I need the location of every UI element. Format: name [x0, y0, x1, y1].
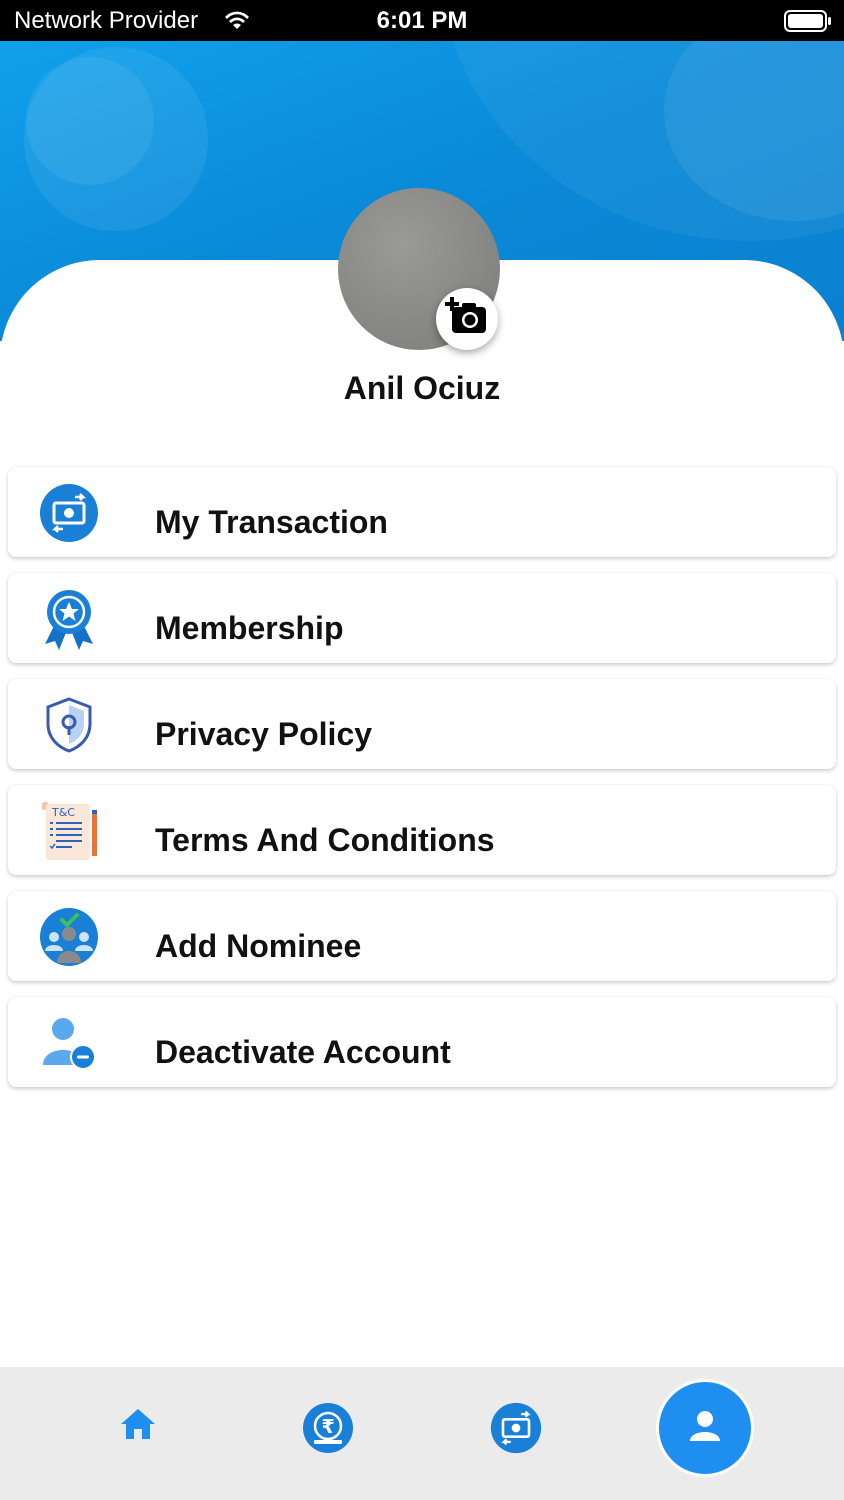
clock: 6:01 PM [376, 7, 468, 34]
nav-home-button[interactable] [108, 1396, 168, 1456]
money-transfer-icon [38, 482, 100, 544]
user-remove-icon [38, 1012, 100, 1074]
nav-profile-button[interactable] [656, 1379, 754, 1477]
svg-text:T&C: T&C [51, 806, 75, 819]
group-user-icon [38, 906, 100, 968]
home-icon [119, 1407, 157, 1446]
profile-menu: My Transaction Membership Privacy Policy [8, 467, 836, 1103]
menu-item-my-transaction[interactable]: My Transaction [8, 467, 836, 557]
rupee-icon: ₹ [302, 1402, 354, 1459]
nav-payments-button[interactable]: ₹ [298, 1400, 358, 1460]
menu-item-deactivate-account[interactable]: Deactivate Account [8, 997, 836, 1087]
bottom-navigation: ₹ [0, 1367, 844, 1500]
menu-item-privacy-policy[interactable]: Privacy Policy [8, 679, 836, 769]
menu-item-add-nominee[interactable]: Add Nominee [8, 891, 836, 981]
add-photo-icon [445, 296, 489, 342]
menu-item-label: Privacy Policy [155, 716, 373, 752]
menu-item-label: Deactivate Account [155, 1034, 451, 1070]
status-bar: Network Provider 6:01 PM [0, 0, 844, 41]
nav-transactions-button[interactable] [486, 1400, 546, 1460]
menu-item-label: My Transaction [155, 504, 388, 540]
terms-document-icon: T&C [38, 800, 100, 862]
award-ribbon-icon [38, 588, 100, 650]
money-transfer-icon [490, 1402, 542, 1459]
change-photo-button[interactable] [436, 288, 498, 350]
menu-item-label: Add Nominee [155, 928, 362, 964]
menu-item-membership[interactable]: Membership [8, 573, 836, 663]
menu-item-label: Terms And Conditions [155, 822, 495, 858]
svg-text:₹: ₹ [322, 1416, 335, 1438]
menu-item-terms-and-conditions[interactable]: T&C Terms And Conditions [8, 785, 836, 875]
user-name: Anil Ociuz [343, 370, 501, 406]
shield-lock-icon [38, 694, 100, 756]
menu-item-label: Membership [155, 610, 344, 646]
profile-icon [688, 1410, 722, 1447]
battery-icon [784, 10, 832, 39]
